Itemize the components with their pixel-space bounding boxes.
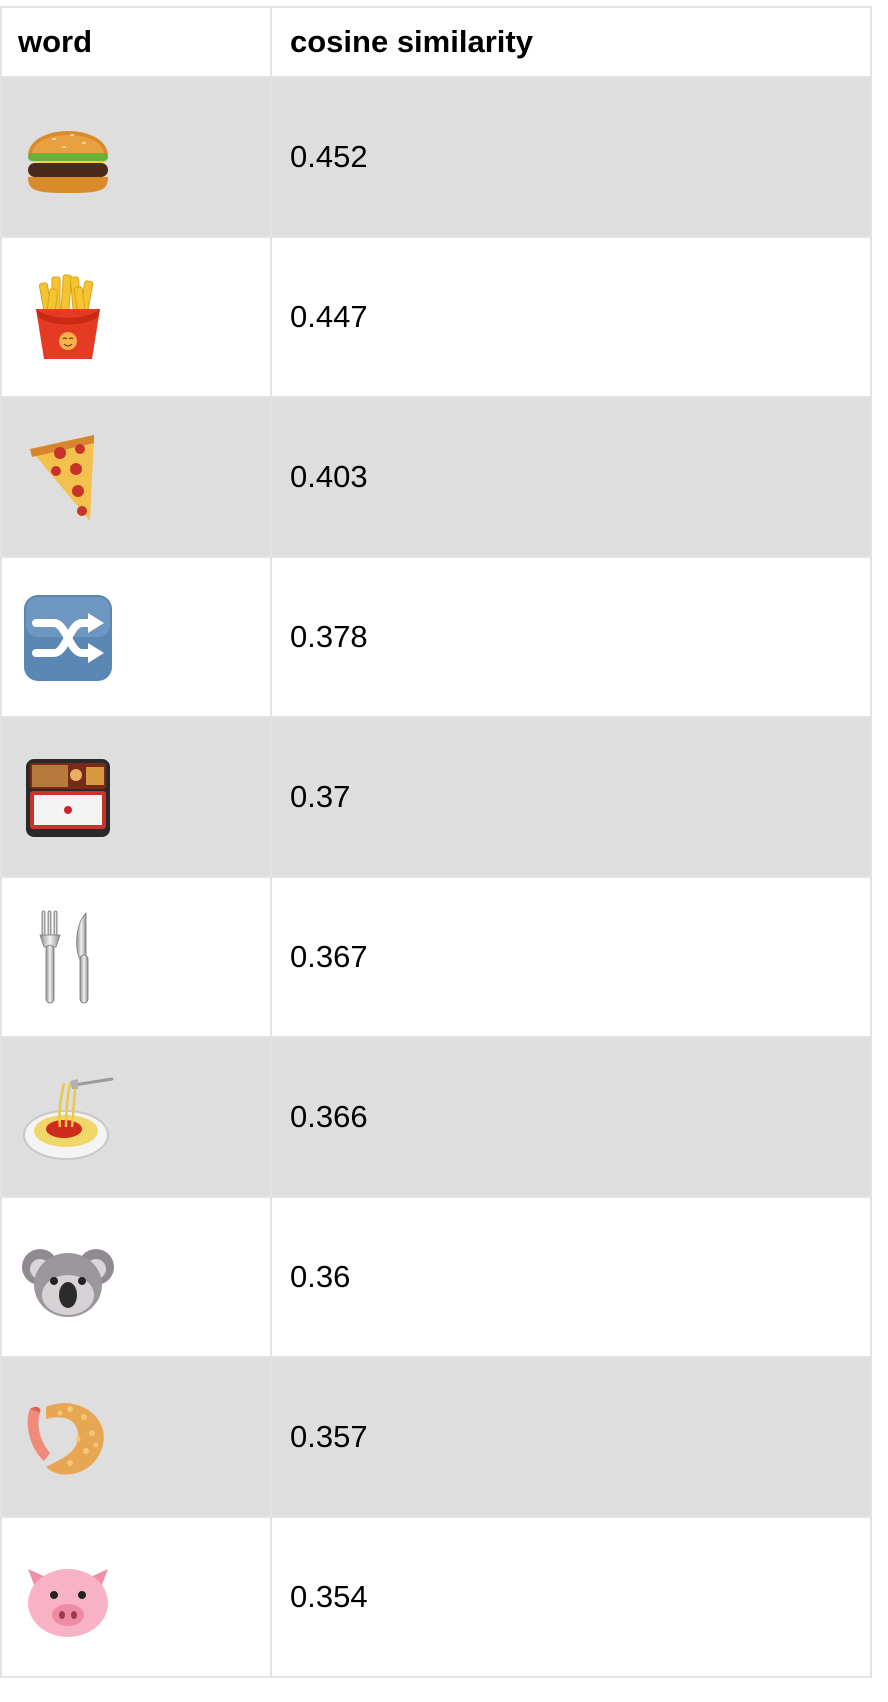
similarity-table: word cosine similarity 0.452 0.447 0.403…	[0, 6, 872, 1678]
table-row: 0.36	[0, 1196, 872, 1358]
word-cell	[0, 76, 272, 238]
hamburger-icon	[28, 131, 108, 193]
fork-and-knife-icon	[39, 910, 89, 1004]
table-row: 0.367	[0, 876, 872, 1038]
word-cell	[0, 1356, 272, 1518]
similarity-value: 0.354	[270, 1516, 872, 1678]
bento-box-icon	[26, 759, 110, 837]
similarity-value: 0.367	[270, 876, 872, 1038]
table-row: 0.447	[0, 236, 872, 398]
word-cell	[0, 876, 272, 1038]
table-row: 0.37	[0, 716, 872, 878]
similarity-value: 0.403	[270, 396, 872, 558]
similarity-value: 0.447	[270, 236, 872, 398]
similarity-value: 0.37	[270, 716, 872, 878]
similarity-value: 0.36	[270, 1196, 872, 1358]
word-cell	[0, 1036, 272, 1198]
word-cell	[0, 396, 272, 558]
table-row: 0.452	[0, 76, 872, 238]
column-header-cosine-similarity: cosine similarity	[270, 6, 872, 78]
french-fries-icon	[36, 274, 100, 359]
word-cell	[0, 556, 272, 718]
table-row: 0.378	[0, 556, 872, 718]
word-cell	[0, 236, 272, 398]
similarity-table-container: word cosine similarity 0.452 0.447 0.403…	[0, 6, 872, 1678]
word-cell	[0, 1516, 272, 1678]
table-row: 0.403	[0, 396, 872, 558]
word-cell	[0, 716, 272, 878]
column-header-word: word	[0, 6, 272, 78]
koala-icon	[22, 1249, 114, 1317]
pizza-slice-icon	[30, 435, 94, 521]
fried-shrimp-icon	[27, 1403, 104, 1475]
table-row: 0.366	[0, 1036, 872, 1198]
word-cell	[0, 1196, 272, 1358]
table-header-row: word cosine similarity	[0, 6, 872, 78]
table-row: 0.357	[0, 1356, 872, 1518]
similarity-value: 0.452	[270, 76, 872, 238]
similarity-value: 0.366	[270, 1036, 872, 1198]
pig-face-icon	[28, 1569, 108, 1637]
spaghetti-icon	[23, 1077, 114, 1160]
table-row: 0.354	[0, 1516, 872, 1678]
shuffle-arrows-icon	[24, 595, 112, 681]
similarity-value: 0.378	[270, 556, 872, 718]
similarity-value: 0.357	[270, 1356, 872, 1518]
